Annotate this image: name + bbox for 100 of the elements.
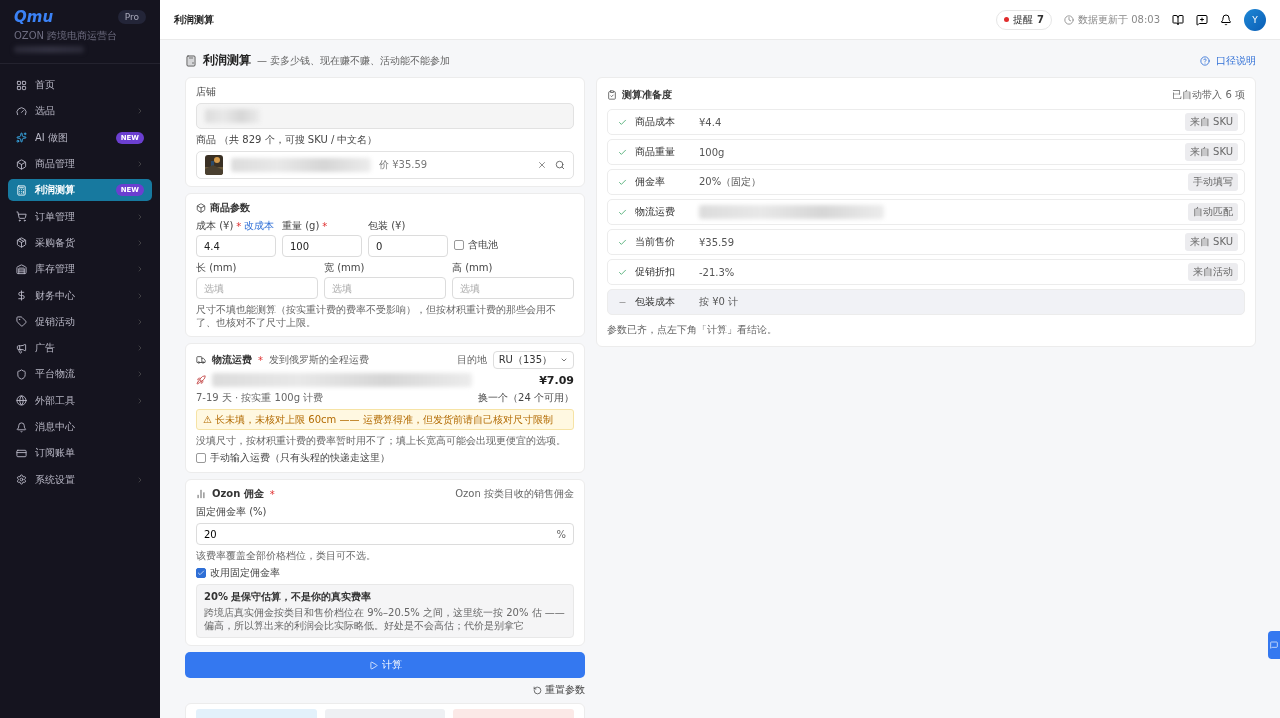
field-label: 宽 (mm)	[324, 261, 366, 275]
check-icon	[618, 147, 627, 157]
message-icon	[1270, 641, 1278, 649]
message-icon[interactable]	[1196, 13, 1208, 26]
chevron-icon	[136, 475, 144, 484]
row-label: 物流运费	[635, 205, 676, 219]
sidebar-item[interactable]: 订阅账单	[8, 442, 152, 465]
switch-option-link[interactable]: 换一个（24 个可用）	[478, 391, 574, 405]
logo: Qmu	[14, 8, 54, 26]
shield-icon	[16, 368, 27, 380]
sparkle-icon	[16, 132, 27, 144]
feedback-tab[interactable]	[1268, 631, 1280, 659]
cube-icon	[16, 158, 27, 170]
warehouse-icon	[16, 263, 27, 275]
section-subtitle: Ozon 按类目收的销售佣金	[455, 487, 574, 501]
sidebar-item[interactable]: 首页	[8, 74, 152, 97]
info-text: 跨境店真实佣金按类目和售价档位在 9%–20.5% 之间，这里统一按 20% 估 —— 偏高，所以算出来的利润会比实际略低。好处是不会高估；代价是别拿它	[204, 606, 566, 632]
help-link[interactable]: 口径说明	[1216, 53, 1256, 68]
source-tag: 来自活动	[1188, 263, 1238, 281]
chevron-icon	[136, 370, 144, 379]
sidebar-item[interactable]: 选品	[8, 100, 152, 123]
search-icon[interactable]	[555, 160, 565, 170]
sidebar-item[interactable]: 库存管理	[8, 258, 152, 281]
sidebar-item[interactable]: 外部工具	[8, 389, 152, 412]
row-value: -21.3%	[699, 266, 735, 278]
sidebar-item[interactable]: 商品管理	[8, 152, 152, 176]
input-field[interactable]: 0	[368, 235, 448, 257]
close-icon[interactable]	[537, 160, 547, 170]
row-label: 当前售价	[635, 235, 676, 249]
battery-checkbox[interactable]	[454, 240, 464, 250]
source-tag: 来自 SKU	[1184, 233, 1238, 251]
brand-subtitle: OZON 跨境电商运营台	[14, 29, 119, 43]
megaphone-icon	[16, 342, 27, 354]
calculate-button[interactable]: 计算	[185, 652, 585, 678]
bar-chart-icon	[196, 489, 206, 499]
row-value: ¥4.4	[699, 116, 722, 128]
input-field[interactable]: 4.4	[196, 235, 276, 257]
chevron-icon	[136, 107, 144, 116]
avatar[interactable]: Y	[1244, 8, 1266, 31]
source-tag: 手动填写	[1188, 173, 1238, 191]
delivery-time: 7-19 天 · 按实重 100g 计费	[196, 391, 324, 405]
plan-badge: Pro	[117, 10, 146, 24]
bell-icon[interactable]	[1220, 13, 1232, 26]
source-tag: 自动匹配	[1188, 203, 1238, 221]
sidebar-item[interactable]: 采购备货	[8, 231, 152, 255]
field-label: 商品 （共 829 个，可搜 SKU / 中文名）	[196, 133, 379, 147]
check-icon	[618, 177, 627, 187]
fixed-rate-checkbox[interactable]	[196, 568, 206, 578]
field-label: 长 (mm)	[196, 261, 238, 275]
chevron-icon	[136, 396, 144, 405]
product-field[interactable]: 价 ¥35.59	[196, 151, 574, 179]
sidebar-item[interactable]: 订单管理	[8, 205, 152, 228]
field-label: 固定佣金率 (%)	[196, 505, 268, 519]
input-field[interactable]: 选填	[324, 277, 446, 299]
hint-text: 没填尺寸，按材积重计费的费率暂时用不了；填上长宽高可能会出现更便宜的选项。	[196, 434, 567, 447]
input-field[interactable]: 选填	[452, 277, 574, 299]
hint-text: 该费率覆盖全部价格档位，类目可不选。	[196, 549, 377, 562]
input-field[interactable]: 选填	[196, 277, 318, 299]
auto-fill-count: 已自动带入 6 项	[1172, 88, 1245, 102]
package-icon	[16, 237, 27, 249]
truck-icon	[196, 355, 206, 365]
required-mark: *	[269, 488, 275, 500]
commission-field[interactable]: 20 %	[196, 523, 574, 545]
edit-cost-link[interactable]: 改成本	[244, 219, 275, 233]
reset-button[interactable]: 重置参数	[533, 683, 585, 697]
destination-select[interactable]: RU（135）	[492, 351, 574, 369]
checkbox-label: 改用固定佣金率	[210, 566, 280, 580]
row-value: ¥35.59	[699, 236, 734, 248]
tag-icon	[16, 316, 27, 328]
check-icon	[618, 117, 627, 127]
warning-banner: ⚠ 长未填，未核对上限 60cm —— 运费算得准，但发货前请自己核对尺寸限制	[196, 409, 574, 430]
book-icon[interactable]	[1172, 13, 1184, 26]
input-field[interactable]: 100	[282, 235, 362, 257]
sidebar-item[interactable]: 系统设置	[8, 468, 152, 491]
row-label: 佣金率	[635, 175, 666, 189]
play-icon	[368, 660, 378, 670]
field-label: 高 (mm)	[452, 261, 494, 275]
field-label: 成本 (¥)	[196, 219, 234, 233]
settings-icon	[16, 474, 27, 486]
sidebar-item[interactable]: 平台物流	[8, 363, 152, 386]
rocket-icon	[196, 375, 206, 385]
card-icon	[16, 447, 27, 459]
chevron-icon	[136, 344, 144, 353]
sidebar-item[interactable]: 广告	[8, 336, 152, 360]
row-value: 20%（固定）	[699, 175, 762, 189]
check-icon	[618, 207, 627, 217]
globe-icon	[16, 395, 27, 407]
heading: 利润测算	[203, 52, 251, 69]
hint-text: 尺寸不填也能测算（按实重计费的费率不受影响），但按材积重计费的那些会用不了、也核对不了尺寸上限。	[196, 303, 557, 329]
redacted-bar	[205, 109, 260, 123]
sidebar-item[interactable]: 财务中心	[8, 284, 152, 307]
info-title: 20% 是保守估算，不是你的真实费率	[204, 590, 373, 604]
row-value: 100g	[699, 146, 725, 158]
section-title: 测算准备度	[622, 88, 672, 102]
sidebar-item[interactable]: 促销活动	[8, 310, 152, 333]
chevron-icon	[136, 291, 144, 300]
field-label: 目的地	[456, 353, 487, 367]
section-subtitle: 发到俄罗斯的全程运费	[269, 353, 369, 367]
manual-shipping-checkbox[interactable]	[196, 453, 206, 463]
sidebar-item[interactable]: 消息中心	[8, 415, 152, 439]
